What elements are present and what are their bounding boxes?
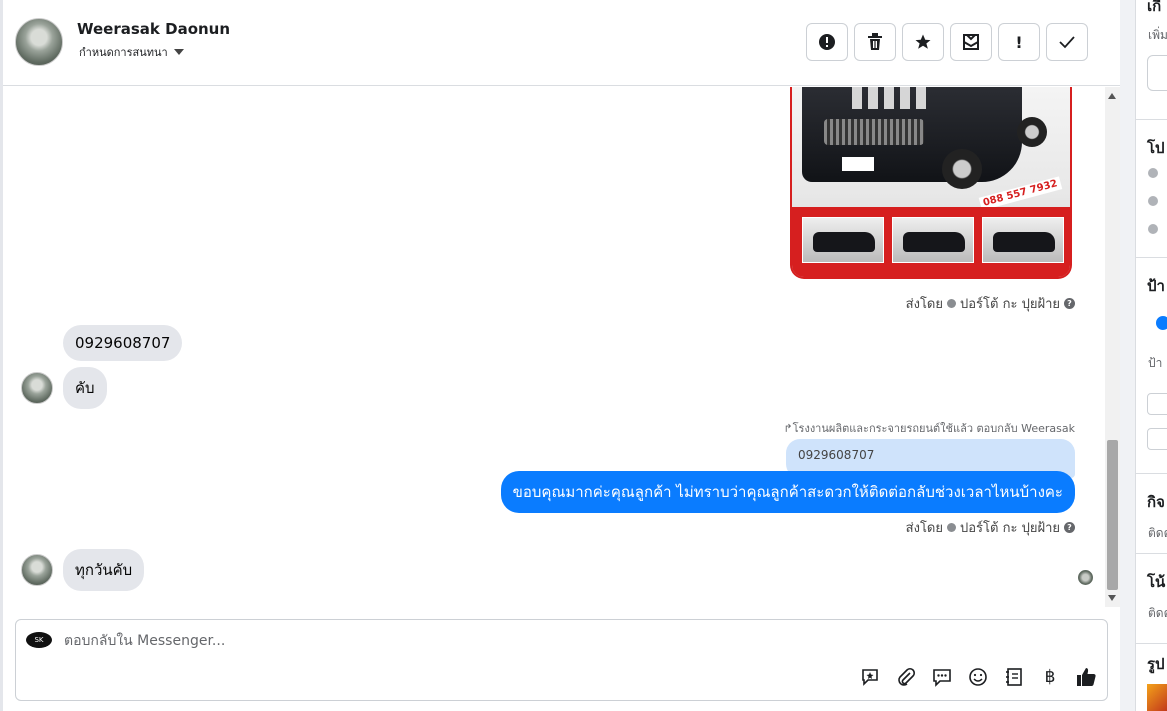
mark-done-button[interactable] xyxy=(1046,23,1088,61)
conversation-assign-dropdown[interactable]: กำหนดการสนทนา xyxy=(79,43,184,61)
message-scrollbar[interactable] xyxy=(1105,87,1120,607)
message-composer: SK ตอบกลับใน Messenger... ฿ xyxy=(15,619,1108,701)
delete-button[interactable] xyxy=(854,23,896,61)
incoming-message[interactable]: คับ xyxy=(63,367,107,409)
incoming-message[interactable]: 0929608707 xyxy=(63,325,183,361)
saved-replies-icon xyxy=(933,669,951,687)
scroll-down-icon[interactable] xyxy=(1108,595,1116,601)
star-button[interactable] xyxy=(902,23,944,61)
header-toolbar: ! xyxy=(806,23,1088,61)
incoming-message[interactable]: ทุกวันคับ xyxy=(63,549,145,591)
emoji-icon xyxy=(969,668,987,686)
conversation-assign-label: กำหนดการสนทนา xyxy=(79,46,168,59)
car-photo-attachment[interactable]: 088 557 7932 xyxy=(790,87,1072,279)
outgoing-message[interactable]: ขอบคุณมากค่ะคุณลูกค้า ไม่ทราบว่าคุณลูกค้… xyxy=(500,471,1075,513)
scroll-up-icon[interactable] xyxy=(1108,93,1116,99)
attachment-icon xyxy=(898,667,916,686)
side-label-field[interactable] xyxy=(1147,428,1167,450)
sent-by-info: ส่งโดย ปอร์โต้ กะ ปุยฝ้าย ? xyxy=(906,293,1075,314)
follow-up-button[interactable]: ! xyxy=(998,23,1040,61)
message-list[interactable]: 088 557 7932 ส่งโดย ปอร์โต้ กะ ปุยฝ้าย ?… xyxy=(3,87,1105,607)
side-section-profile: โป xyxy=(1136,120,1167,258)
reply-input[interactable] xyxy=(64,630,964,652)
sent-by-info: ส่งโดย ปอร์โต้ กะ ปุยฝ้าย ? xyxy=(906,517,1075,538)
catalog-icon xyxy=(1006,668,1022,686)
baht-icon: ฿ xyxy=(1044,667,1056,687)
page-dot-icon xyxy=(947,299,956,308)
like-button[interactable] xyxy=(1075,666,1097,688)
composer-toolbar: ฿ xyxy=(859,666,1097,688)
catalog-button[interactable] xyxy=(1003,666,1025,688)
add-label-icon[interactable] xyxy=(1156,316,1167,330)
emoji-button[interactable] xyxy=(967,666,989,688)
star-icon xyxy=(915,34,931,49)
mail-open-icon xyxy=(963,34,979,50)
conversation-header: Weerasak Daonun กำหนดการสนทนา ! xyxy=(3,0,1120,86)
thumbs-up-icon xyxy=(1077,668,1096,686)
trash-icon xyxy=(868,33,882,50)
side-section-labels: ป้า ป้า xyxy=(1136,258,1167,474)
help-icon[interactable]: ? xyxy=(1064,522,1075,533)
caret-down-icon xyxy=(173,49,184,55)
car-photo-phone: 088 557 7932 xyxy=(979,176,1063,211)
car-photo-thumb-2 xyxy=(892,217,974,263)
side-section-notes: โน้ ติดต xyxy=(1136,554,1167,644)
sticker-reply-button[interactable] xyxy=(859,666,881,688)
page-logo: SK xyxy=(26,632,52,648)
contact-avatar-small xyxy=(21,372,53,404)
location-pin-icon xyxy=(1148,224,1158,234)
mark-unread-button[interactable] xyxy=(950,23,992,61)
side-section-photos-title: รูป xyxy=(1147,655,1165,673)
contact-avatar-small xyxy=(21,554,53,586)
side-section-about: เกี เพิ่ม xyxy=(1136,0,1167,120)
side-add-button[interactable] xyxy=(1147,55,1167,91)
clock-icon xyxy=(1148,168,1158,178)
seen-indicator-avatar xyxy=(1078,570,1093,585)
side-section-activity: กิจ ติดต xyxy=(1136,474,1167,554)
help-icon[interactable]: ? xyxy=(1064,298,1075,309)
mark-spam-button[interactable] xyxy=(806,23,848,61)
scroll-thumb[interactable] xyxy=(1107,440,1118,590)
car-photo-truck xyxy=(802,87,1022,182)
chat-pane: Weerasak Daonun กำหนดการสนทนา ! 088 557 … xyxy=(0,0,1120,711)
contact-avatar[interactable] xyxy=(15,18,63,66)
alert-circle-icon xyxy=(819,34,835,50)
location-pin-icon xyxy=(1148,196,1158,206)
side-photo-thumb[interactable] xyxy=(1147,684,1167,711)
app-root: Weerasak Daonun กำหนดการสนทนา ! 088 557 … xyxy=(0,0,1167,711)
check-icon xyxy=(1059,36,1075,49)
contact-details-panel: เกี เพิ่ม โป ป้า ป้า กิจ ติดต โน้ ติดต ร… xyxy=(1135,0,1167,711)
payment-button[interactable]: ฿ xyxy=(1039,666,1061,688)
reply-context: ↱โรงงานผลิตและกระจายรถยนต์ใช้แล้ว ตอบกลั… xyxy=(783,422,1075,435)
reply-arrow-icon: ↱ xyxy=(783,422,793,435)
exclamation-icon: ! xyxy=(1015,32,1023,52)
car-photo-thumb-3 xyxy=(982,217,1064,263)
attach-button[interactable] xyxy=(895,666,917,688)
car-photo-thumb-1 xyxy=(802,217,884,263)
sticker-reply-icon xyxy=(862,669,878,686)
side-label-field[interactable] xyxy=(1147,393,1167,415)
saved-replies-button[interactable] xyxy=(931,666,953,688)
page-dot-icon xyxy=(947,523,956,532)
contact-name[interactable]: Weerasak Daonun xyxy=(77,20,230,38)
